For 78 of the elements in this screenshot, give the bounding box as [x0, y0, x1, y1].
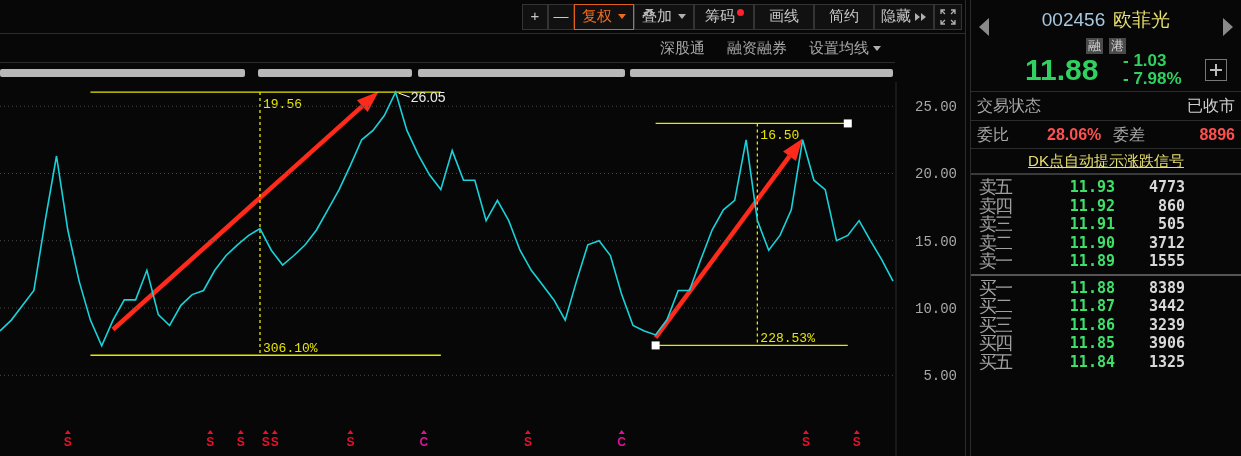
- book-price: 11.92: [1068, 195, 1115, 217]
- stock-code: 002456: [1041, 8, 1106, 32]
- book-level-label: 买五: [978, 352, 1013, 371]
- next-arrow-icon[interactable]: [1223, 18, 1233, 36]
- signal-link[interactable]: DK点自动提示涨跌信号: [1028, 149, 1184, 173]
- book-level-label: 卖四: [978, 196, 1013, 215]
- book-price: 11.89: [1068, 251, 1115, 272]
- stock-name: 欧菲光: [1113, 8, 1171, 32]
- axis-label: 10.00: [915, 301, 957, 317]
- book-volume: 860: [1156, 195, 1185, 217]
- book-volume: 4773: [1147, 177, 1185, 198]
- book-volume: 3712: [1147, 232, 1185, 254]
- book-volume: 1555: [1147, 251, 1185, 272]
- toolbar-button[interactable]: 叠加: [634, 3, 694, 30]
- range-percent-label: 306.10%: [263, 341, 318, 357]
- last-price: 11.88: [1025, 53, 1100, 86]
- range-change-label: 19.56: [263, 97, 302, 113]
- book-volume: 3442: [1147, 296, 1185, 317]
- axis-label: 5.00: [923, 368, 957, 385]
- leader-line: [398, 92, 411, 98]
- axis-label: 20.00: [915, 166, 957, 183]
- add-button[interactable]: [1205, 58, 1227, 81]
- book-price: 11.86: [1068, 314, 1115, 336]
- book-volume: 8389: [1147, 277, 1185, 299]
- axis-label: 25.00: [915, 99, 957, 116]
- book-level-label: 卖二: [978, 233, 1013, 252]
- plus-icon: [1210, 63, 1222, 76]
- caret-icon: [678, 14, 686, 19]
- caret-icon: [873, 45, 881, 51]
- ratio-label: 委比: [977, 124, 1010, 145]
- stock-tag: 港: [1109, 37, 1126, 54]
- ratio-value: 28.06%: [1047, 124, 1103, 145]
- status-value: 已收市: [1187, 96, 1235, 116]
- book-level-label: 买一: [978, 278, 1013, 297]
- axis-label: 15.00: [915, 233, 957, 250]
- book-level-label: 卖五: [978, 178, 1013, 197]
- previous-arrow-icon[interactable]: [979, 18, 989, 36]
- book-price: 11.85: [1068, 333, 1115, 354]
- book-level-label: 卖一: [978, 252, 1013, 271]
- toolbar-button[interactable]: +: [522, 3, 548, 30]
- toolbar-button[interactable]: 隐藏: [874, 3, 934, 30]
- fullscreen-button[interactable]: [934, 3, 962, 30]
- peak-price-label: 26.05: [410, 89, 446, 106]
- range-change-label: 16.50: [760, 128, 800, 144]
- fullscreen-icon: [940, 8, 956, 25]
- book-volume: 1325: [1147, 351, 1185, 373]
- book-volume: 505: [1156, 214, 1185, 235]
- difference-label: 委差: [1113, 124, 1145, 145]
- chart-menu-item[interactable]: 融资融券: [727, 36, 787, 60]
- double-chevron-icon: [915, 12, 927, 21]
- book-price: 11.90: [1068, 232, 1115, 254]
- book-price: 11.87: [1068, 296, 1115, 317]
- book-price: 11.88: [1068, 277, 1115, 299]
- drag-handle[interactable]: [843, 119, 852, 128]
- status-label: 交易状态: [977, 96, 1041, 116]
- book-level-label: 买二: [978, 297, 1013, 316]
- caret-icon: [618, 14, 626, 19]
- chart-menu-item[interactable]: 深股通: [660, 36, 705, 60]
- toolbar-button[interactable]: —: [548, 3, 574, 30]
- chart-menu-item[interactable]: 设置均线: [809, 36, 881, 60]
- toolbar-button[interactable]: 简约: [814, 3, 874, 30]
- toolbar-button[interactable]: 筹码: [694, 3, 754, 30]
- percent-change: - 7.98%: [1123, 69, 1182, 88]
- book-price: 11.93: [1068, 177, 1115, 198]
- drag-handle[interactable]: [651, 341, 660, 350]
- book-level-label: 买三: [978, 315, 1013, 334]
- price-change: - 1.03: [1123, 51, 1168, 70]
- book-level-label: 买四: [978, 334, 1013, 353]
- book-volume: 3239: [1147, 314, 1185, 336]
- range-percent-label: 228.53%: [760, 331, 815, 347]
- difference-value: 8896: [1199, 124, 1235, 145]
- stock-tag: 融: [1086, 37, 1103, 54]
- book-price: 11.91: [1068, 214, 1115, 235]
- toolbar-button[interactable]: 复权: [574, 3, 634, 30]
- book-level-label: 卖三: [978, 215, 1013, 234]
- book-price: 11.84: [1068, 351, 1115, 373]
- book-volume: 3906: [1147, 333, 1185, 354]
- toolbar-button[interactable]: 画线: [754, 3, 814, 30]
